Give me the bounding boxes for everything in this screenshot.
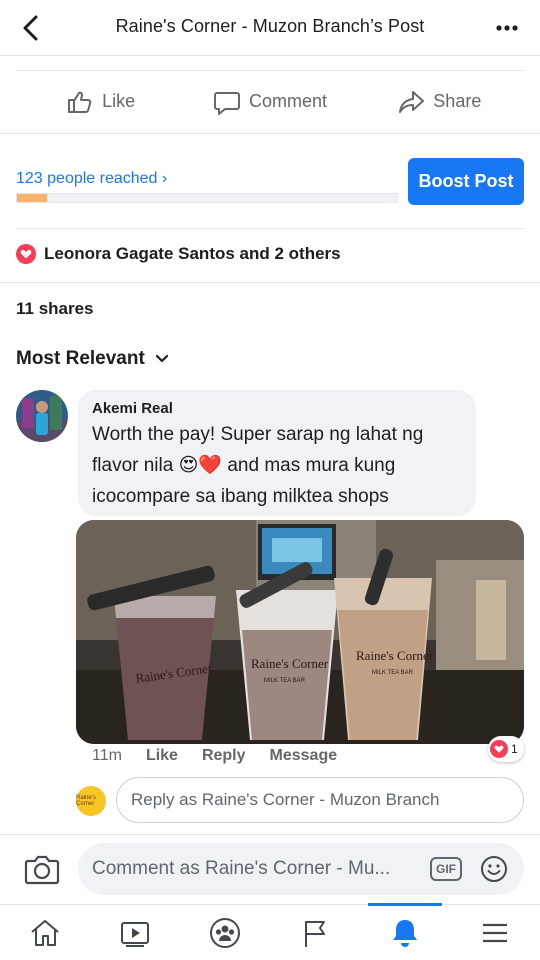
comment-message-button[interactable]: Message — [270, 747, 338, 765]
reach-link[interactable]: 123 people reached › — [16, 170, 167, 188]
comment-input-placeholder: Comment as Raine's Corner - Mu... — [92, 858, 391, 879]
camera-icon[interactable] — [24, 853, 60, 885]
share-arrow-icon — [399, 90, 425, 113]
more-horizontal-icon[interactable] — [492, 16, 522, 40]
tab-home[interactable] — [0, 905, 90, 960]
cup-sub-text: MILK TEA BAR — [264, 678, 306, 684]
comment-text: Worth the pay! Super sarap ng lahat ng f… — [92, 419, 462, 512]
cup-sub-text: MILK TEA BAR — [372, 670, 414, 676]
reaction-summary-text: Leonora Gagate Santos and 2 others — [44, 244, 341, 263]
pages-flag-icon — [305, 920, 325, 947]
reaction-count-value: 1 — [511, 742, 518, 756]
smiley-icon[interactable] — [480, 855, 508, 883]
cup-logo-text: Raine's Corner — [356, 648, 434, 663]
comment-button[interactable]: Comment — [185, 71, 354, 132]
page-avatar-text: Raine's Corner — [76, 795, 96, 807]
like-label: Like — [102, 91, 136, 111]
comment-photo[interactable]: Raine's Corner Raine's Corner MILK TEA B… — [76, 520, 524, 744]
comment-reaction-count[interactable]: 1 — [488, 736, 524, 762]
share-label: Share — [433, 91, 482, 111]
menu-icon — [483, 923, 507, 942]
divider — [16, 228, 524, 229]
comment-reply-button[interactable]: Reply — [202, 747, 246, 765]
tab-groups[interactable] — [180, 905, 270, 960]
avatar[interactable] — [16, 390, 68, 442]
comment-like-button[interactable]: Like — [146, 747, 178, 765]
comment-input[interactable]: Comment as Raine's Corner - Mu... GIF — [78, 843, 524, 895]
reply-input[interactable]: Reply as Raine's Corner - Muzon Branch — [116, 777, 524, 823]
gif-button[interactable]: GIF — [430, 857, 462, 881]
groups-icon — [210, 917, 240, 948]
chevron-left-icon[interactable] — [16, 12, 48, 44]
post-actions: Like Comment Share — [16, 70, 524, 132]
comment-author[interactable]: Akemi Real — [92, 400, 462, 417]
home-icon — [31, 919, 59, 946]
divider — [0, 133, 540, 134]
comment-label: Comment — [248, 91, 327, 111]
tab-video[interactable] — [90, 905, 180, 960]
tab-menu[interactable] — [450, 905, 540, 960]
comment-meta: 11m Like Reply Message — [92, 747, 337, 765]
chevron-down-icon — [155, 354, 168, 363]
comment-composer: Comment as Raine's Corner - Mu... GIF — [0, 834, 540, 904]
like-button[interactable]: Like — [16, 71, 185, 132]
boost-post-button[interactable]: Boost Post — [408, 158, 524, 205]
divider — [0, 282, 540, 283]
top-bar: Raine's Corner - Muzon Branch’s Post — [0, 0, 540, 56]
notifications-bell-icon — [393, 919, 417, 947]
page-avatar: Raine's Corner — [76, 786, 106, 816]
share-button[interactable]: Share — [355, 71, 524, 132]
reach-progress-bar — [16, 193, 398, 203]
sort-label: Most Relevant — [16, 348, 145, 369]
comment-icon — [213, 91, 240, 115]
cup-logo-text: Raine's Corner — [251, 656, 329, 671]
shares-count[interactable]: 11 shares — [16, 299, 94, 319]
comment-time: 11m — [92, 747, 122, 764]
page-title: Raine's Corner - Muzon Branch’s Post — [115, 16, 425, 36]
tab-pages[interactable] — [270, 905, 360, 960]
reach-progress-fill — [17, 194, 48, 202]
thumbs-up-icon — [68, 91, 92, 113]
comment-emojis: 😍❤️ — [178, 455, 223, 476]
love-reaction-icon — [490, 740, 508, 758]
reaction-summary[interactable]: Leonora Gagate Santos and 2 others — [16, 244, 341, 264]
comment-sort-dropdown[interactable]: Most Relevant — [16, 348, 169, 370]
comment-bubble[interactable]: Akemi Real Worth the pay! Super sarap ng… — [78, 390, 476, 516]
bottom-tab-bar — [0, 903, 540, 960]
love-reaction-icon — [16, 244, 36, 264]
video-icon — [121, 921, 149, 947]
tab-notifications[interactable] — [360, 903, 450, 960]
